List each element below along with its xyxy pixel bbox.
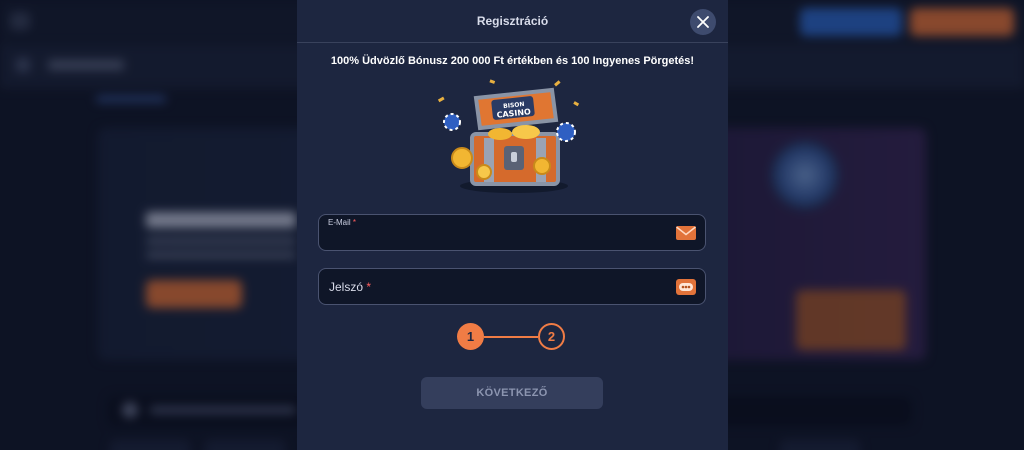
bonus-promo-text: 100% Üdvözlő Bónusz 200 000 Ft értékben … [330,55,695,67]
modal-title: Regisztráció [476,14,549,28]
password-field[interactable]: Jelszó * [318,268,706,305]
chest-image: BISON CASINO [437,79,580,193]
password-input[interactable] [328,284,668,302]
email-label: E-Mail * [328,218,356,227]
required-mark: * [352,218,357,227]
registration-modal: Regisztráció 100% Üdvözlő Bónusz 200 000… [297,0,728,450]
close-button[interactable] [690,9,716,35]
email-input[interactable] [328,230,668,248]
step-1: 1 [457,323,484,350]
step-connector [484,336,538,338]
step-2: 2 [538,323,565,350]
email-label-text: E-Mail [328,218,351,227]
close-icon [697,16,709,28]
modal-header: Regisztráció [297,0,728,43]
next-button[interactable]: KÖVETKEZŐ [421,377,603,409]
password-key-icon[interactable] [675,278,697,296]
envelope-icon [676,226,696,240]
treasure-chest-illustration: BISON CASINO [430,76,595,198]
email-field[interactable]: E-Mail * [318,214,706,251]
step-indicator: 1 2 [457,323,569,351]
